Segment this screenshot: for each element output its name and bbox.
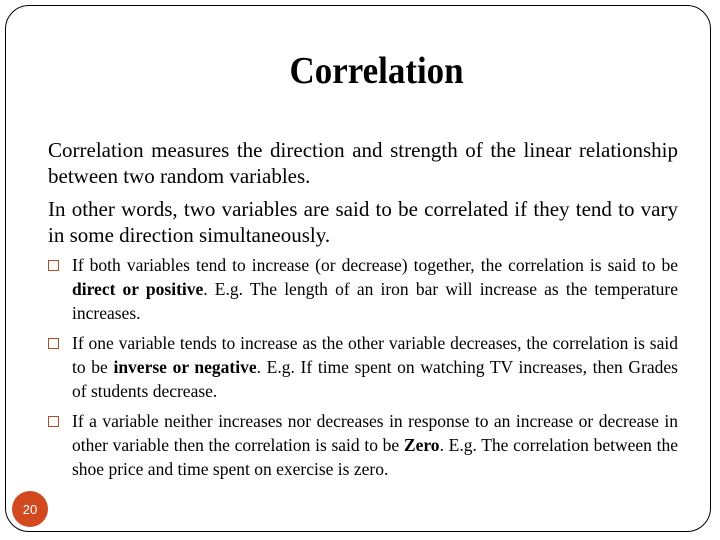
bullet-text-before: If both variables tend to increase (or d… [72,255,678,275]
hollow-square-icon [48,338,59,349]
page-number: 20 [22,501,38,517]
hollow-square-icon [48,260,59,271]
bullet-negative-correlation: If one variable tends to increase as the… [48,332,678,403]
bullet-bold-term: direct or positive [72,278,204,299]
definition-paragraph: Correlation measures the direction and s… [48,138,678,188]
explanation-paragraph: In other words, two variables are said t… [48,197,678,247]
bullet-bold-term: inverse or negative [113,356,257,377]
bullet-positive-correlation: If both variables tend to increase (or d… [48,254,678,325]
page-number-badge: 20 [12,491,48,527]
slide-title: Correlation [289,50,464,92]
bullet-bold-term: Zero [403,434,440,455]
hollow-square-icon [48,416,59,427]
bullet-zero-correlation: If a variable neither increases nor decr… [48,410,678,481]
